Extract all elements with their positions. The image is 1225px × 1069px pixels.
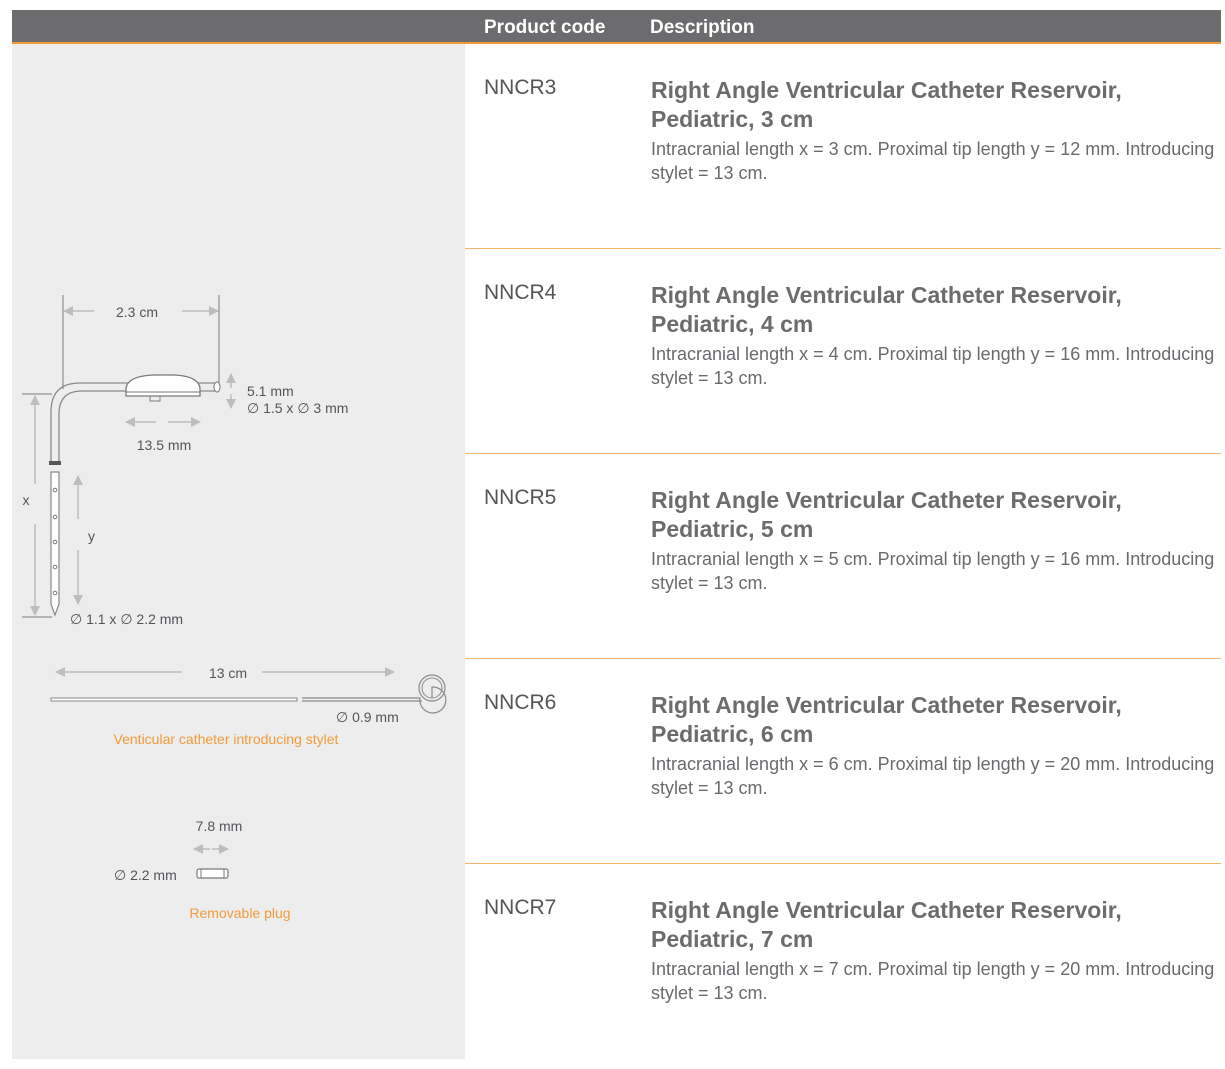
table-header: Product code Description [12,10,1221,44]
width-label: 2.3 cm [116,304,158,320]
y-label: y [88,528,95,544]
product-description: Intracranial length x = 3 cm. Proximal t… [651,139,1215,183]
base-label: 13.5 mm [137,437,191,453]
plug-diameter-label: ∅ 2.2 mm [114,867,177,883]
product-title: Right Angle Ventricular Catheter Reservo… [651,282,1122,337]
stylet: 13 cm ∅ 0.9 mm Venticular catheter intro… [50,665,447,747]
plug-caption: Removable plug [189,905,290,921]
reservoir-diameter-label: ∅ 1.5 x ∅ 3 mm [247,400,348,416]
base-dimension: 13.5 mm [125,417,201,453]
product-row: NNCR5 Right Angle Ventricular Catheter R… [465,454,1221,659]
plug: 7.8 mm ∅ 2.2 mm Removable plug [114,818,291,921]
y-dimension: y ∅ 1.1 x ∅ 2.2 mm [70,475,183,627]
product-code: NNCR6 [484,691,557,714]
product-illustration-panel: 2.3 cm 5.1 mm ∅ 1.5 x ∅ 3 mm 13.5 mm x y… [12,44,465,1059]
catheter-diagram: 2.3 cm 5.1 mm ∅ 1.5 x ∅ 3 mm 13.5 mm x y… [22,295,447,921]
catheter-tip [50,471,60,617]
width-dimension: 2.3 cm [62,295,220,389]
product-code-header: Product code [484,17,606,38]
product-description: Intracranial length x = 6 cm. Proximal t… [651,754,1215,798]
product-row: NNCR3 Right Angle Ventricular Catheter R… [465,44,1221,249]
product-code: NNCR3 [484,76,557,99]
product-code: NNCR4 [484,281,557,304]
product-title: Right Angle Ventricular Catheter Reservo… [651,487,1122,542]
product-title: Right Angle Ventricular Catheter Reservo… [651,77,1122,132]
reservoir-dome [125,374,201,402]
x-label: x [23,492,30,508]
product-code: NNCR5 [484,486,557,509]
product-description: Intracranial length x = 7 cm. Proximal t… [651,959,1215,1003]
stylet-length-label: 13 cm [209,665,247,681]
product-row: NNCR6 Right Angle Ventricular Catheter R… [465,659,1221,864]
product-title: Right Angle Ventricular Catheter Reservo… [651,692,1122,747]
stylet-caption: Venticular catheter introducing stylet [114,731,339,747]
product-code: NNCR7 [484,896,557,919]
description-header: Description [650,17,755,38]
stylet-diameter-label: ∅ 0.9 mm [336,709,399,725]
catheter-diameter-label: ∅ 1.1 x ∅ 2.2 mm [70,611,183,627]
product-row: NNCR4 Right Angle Ventricular Catheter R… [465,249,1221,454]
plug-length-label: 7.8 mm [196,818,243,834]
product-description: Intracranial length x = 5 cm. Proximal t… [651,549,1215,593]
height-label: 5.1 mm [247,383,294,399]
x-dimension: x [22,393,52,618]
product-description: Intracranial length x = 4 cm. Proximal t… [651,344,1215,388]
product-row: NNCR7 Right Angle Ventricular Catheter R… [465,864,1221,1069]
height-dimension: 5.1 mm ∅ 1.5 x ∅ 3 mm [226,373,348,416]
product-title: Right Angle Ventricular Catheter Reservo… [651,897,1122,952]
